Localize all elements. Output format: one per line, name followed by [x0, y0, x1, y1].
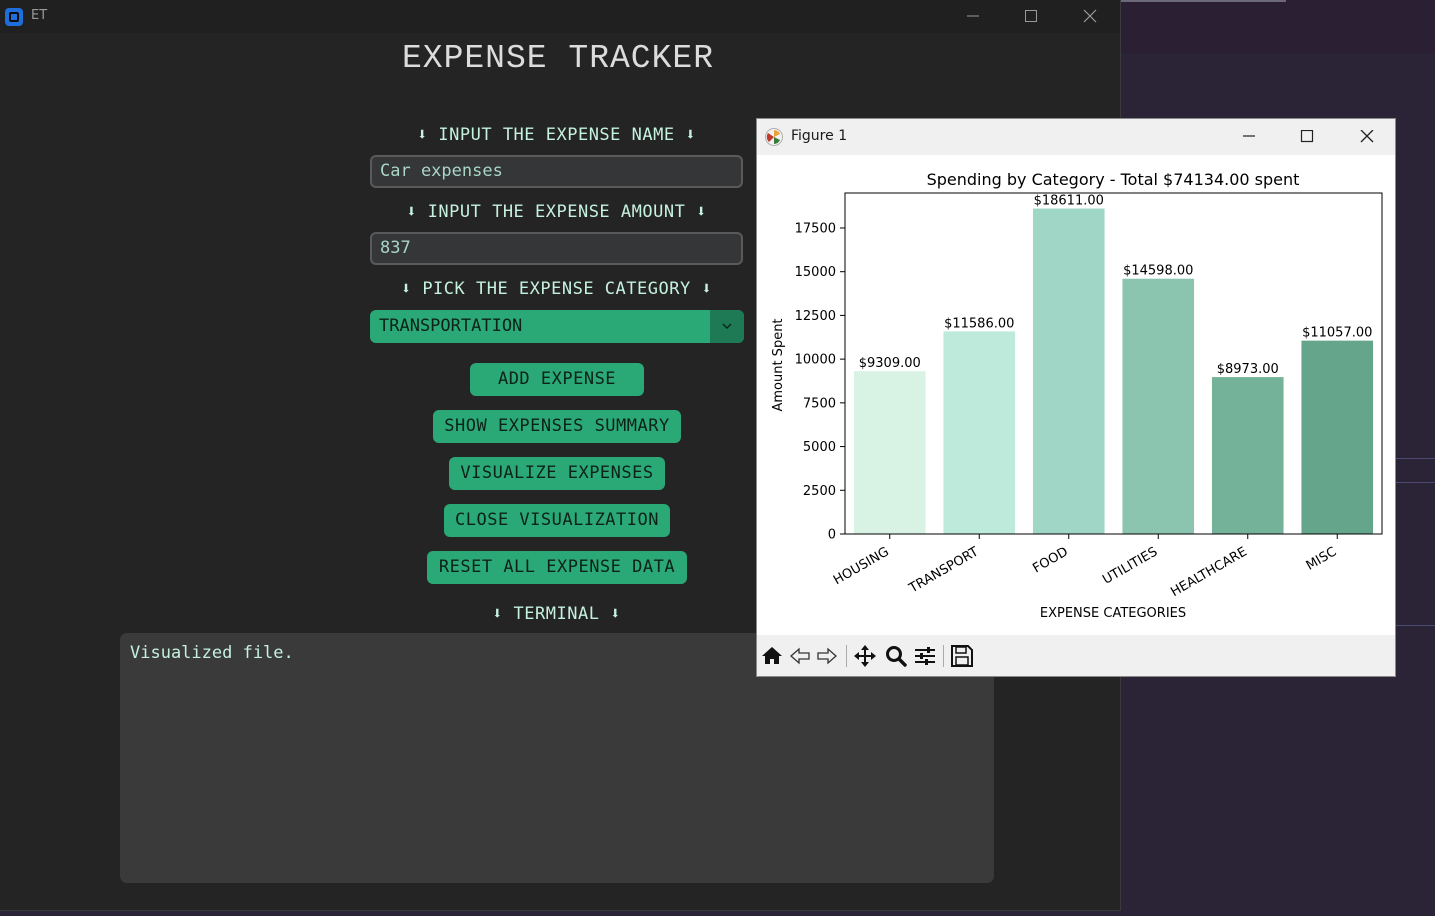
close-button[interactable]: [1061, 0, 1119, 33]
bar-healthcare: [1211, 377, 1284, 534]
close-icon: [1360, 130, 1374, 143]
back-icon[interactable]: [787, 643, 813, 669]
zoom-icon[interactable]: [883, 643, 909, 669]
add-expense-button[interactable]: ADD EXPENSE: [470, 363, 644, 396]
y-tick-label: 12500: [795, 309, 836, 324]
bar-value-label: $14598.00: [1123, 264, 1193, 279]
x-tick-label: TRANSPORT: [906, 544, 981, 596]
figure-titlebar: Figure 1: [757, 119, 1395, 155]
bar-value-label: $11586.00: [944, 316, 1014, 331]
desktop-background-line: [1396, 625, 1435, 626]
figure-maximize-button[interactable]: [1277, 119, 1335, 155]
minimize-icon: [1243, 135, 1255, 137]
app-titlebar: ET: [0, 0, 1120, 33]
y-tick-label: 10000: [795, 353, 836, 368]
y-tick-label: 2500: [803, 484, 836, 499]
bar-misc: [1301, 340, 1374, 534]
selected-category: TRANSPORTATION: [379, 316, 523, 336]
chevron-down-icon: [722, 323, 732, 329]
figure-title: Figure 1: [791, 128, 848, 144]
bar-value-label: $8973.00: [1217, 362, 1279, 377]
matplotlib-icon: [765, 128, 783, 146]
close-visualization-button[interactable]: CLOSE VISUALIZATION: [444, 504, 670, 537]
x-axis-label: EXPENSE CATEGORIES: [1040, 606, 1186, 621]
minimize-button[interactable]: [944, 0, 1002, 33]
x-tick-label: UTILITIES: [1100, 544, 1160, 587]
toolbar-separator: [846, 645, 847, 667]
maximize-icon: [1025, 10, 1037, 22]
app-icon: [5, 8, 23, 26]
expense-amount-label: ⬇ INPUT THE EXPENSE AMOUNT ⬇: [406, 202, 707, 222]
minimize-icon: [967, 15, 979, 17]
x-tick-label: HOUSING: [831, 544, 892, 588]
dropdown-toggle[interactable]: [710, 310, 744, 343]
figure-toolbar: [757, 635, 1395, 676]
show-summary-button[interactable]: SHOW EXPENSES SUMMARY: [433, 410, 681, 443]
forward-icon[interactable]: [814, 643, 840, 669]
home-icon[interactable]: [759, 643, 785, 669]
desktop-background-line: [1396, 482, 1435, 483]
bar-utilities: [1122, 278, 1195, 534]
y-tick-label: 17500: [795, 221, 836, 236]
expense-name-input[interactable]: Car expenses: [370, 155, 743, 188]
figure-window: Figure 1 Spending by Category - Total $7…: [756, 118, 1396, 677]
bar-value-label: $11057.00: [1302, 326, 1372, 341]
expense-category-select[interactable]: TRANSPORTATION: [370, 310, 744, 343]
bar-chart: Spending by Category - Total $74134.00 s…: [771, 170, 1383, 621]
chart-title: Spending by Category - Total $74134.00 s…: [927, 170, 1300, 189]
expense-category-label: ⬇ PICK THE EXPENSE CATEGORY ⬇: [400, 279, 713, 299]
close-icon: [1083, 9, 1097, 23]
maximize-icon: [1300, 130, 1314, 143]
terminal-output: Visualized file.: [130, 643, 294, 663]
y-tick-label: 5000: [803, 440, 836, 455]
y-tick-label: 7500: [803, 396, 836, 411]
y-axis-label: Amount Spent: [771, 318, 786, 411]
maximize-button[interactable]: [1002, 0, 1060, 33]
figure-close-button[interactable]: [1337, 119, 1395, 155]
y-tick-label: 15000: [795, 265, 836, 280]
bar-value-label: $18611.00: [1034, 194, 1104, 209]
figure-minimize-button[interactable]: [1219, 119, 1277, 155]
x-tick-label: MISC: [1304, 544, 1340, 573]
y-tick-label: 0: [828, 528, 836, 543]
configure-icon[interactable]: [912, 643, 938, 669]
x-tick-label: HEALTHCARE: [1168, 544, 1249, 600]
bar-food: [1032, 208, 1105, 535]
bar-housing: [853, 371, 926, 534]
x-tick-label: FOOD: [1030, 544, 1070, 576]
bar-transport: [943, 331, 1016, 534]
app-title: ET: [31, 8, 48, 23]
pan-icon[interactable]: [852, 643, 878, 669]
expense-amount-input[interactable]: 837: [370, 232, 743, 265]
visualize-expenses-button[interactable]: VISUALIZE EXPENSES: [449, 457, 665, 490]
save-icon[interactable]: [949, 643, 975, 669]
reset-data-button[interactable]: RESET ALL EXPENSE DATA: [427, 551, 687, 584]
desktop-background-line: [1396, 458, 1435, 459]
page-title: EXPENSE TRACKER: [401, 40, 715, 77]
toolbar-separator: [943, 645, 944, 667]
desktop-background-line: [1118, 0, 1286, 2]
terminal-label: ⬇ TERMINAL ⬇: [492, 604, 621, 624]
desktop-background-strip: [1120, 0, 1435, 53]
expense-name-label: ⬇ INPUT THE EXPENSE NAME ⬇: [416, 125, 697, 145]
bar-value-label: $9309.00: [859, 356, 921, 371]
